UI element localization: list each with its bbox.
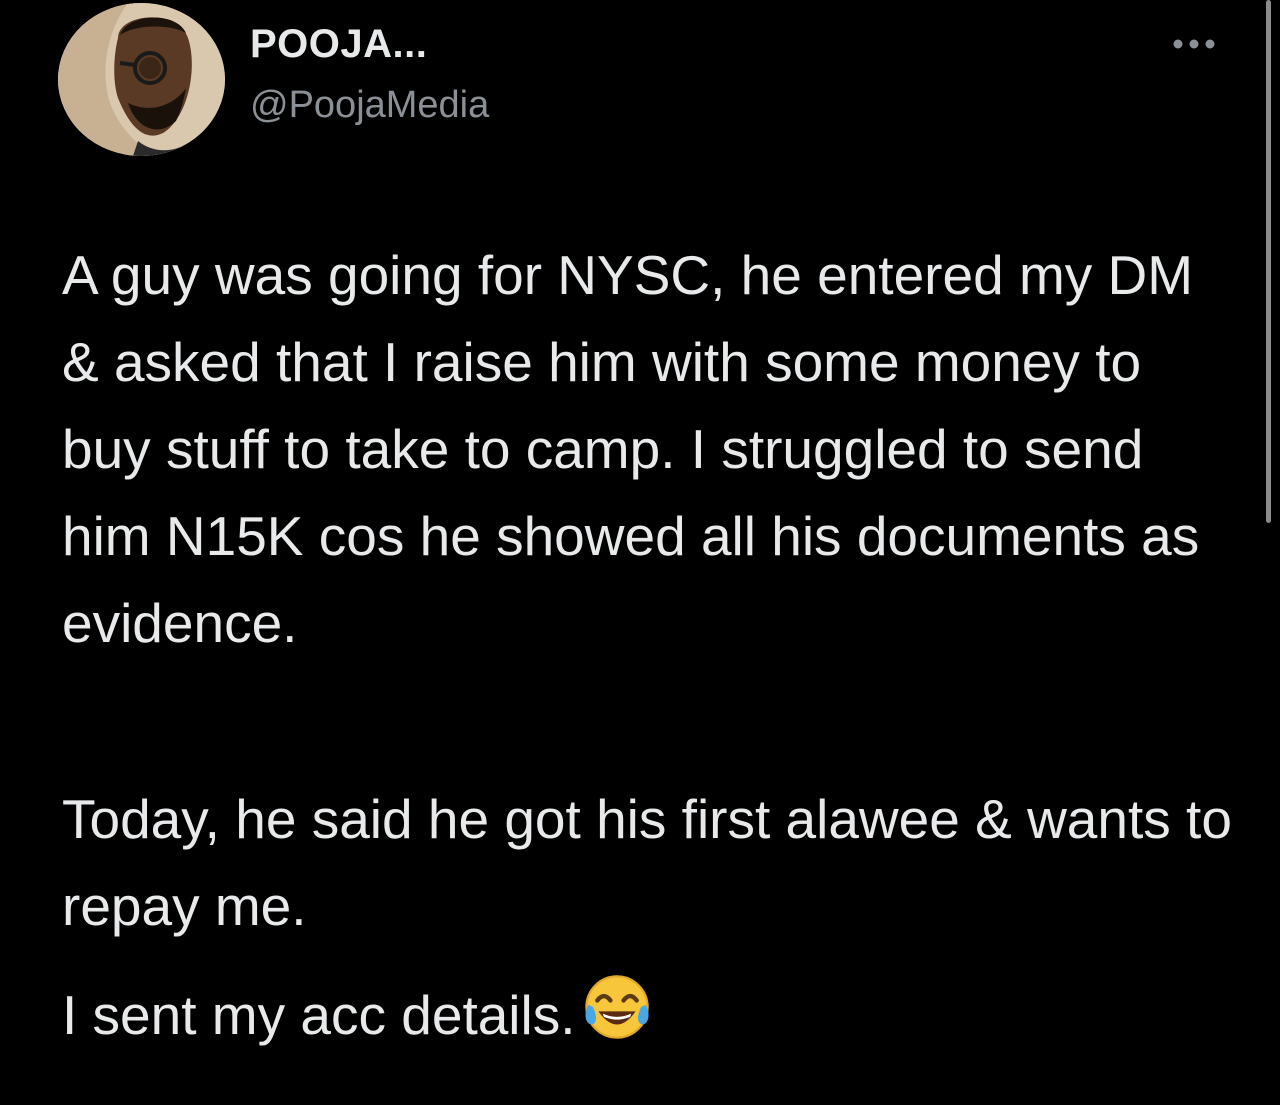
avatar-photo xyxy=(58,3,225,156)
tweet-paragraph-last: I sent my acc details. xyxy=(62,972,1242,1059)
tweet-text: A guy was going for NYSC, he entered my … xyxy=(62,232,1242,1059)
more-horizontal-icon[interactable] xyxy=(1164,22,1224,66)
face-with-tears-of-joy-emoji xyxy=(582,972,652,1042)
user-handle[interactable]: @PoojaMedia xyxy=(250,84,489,127)
avatar[interactable] xyxy=(58,3,225,156)
tweet-card: POOJA... @PoojaMedia A guy was going for… xyxy=(0,0,1280,1105)
tweet-paragraph-text: I sent my acc details. xyxy=(62,984,576,1046)
tweet-paragraph: Today, he said he got his first alawee &… xyxy=(62,788,1232,937)
tweet-paragraph: A guy was going for NYSC, he entered my … xyxy=(62,244,1200,654)
scrollbar[interactable] xyxy=(1266,0,1271,523)
display-name[interactable]: POOJA... xyxy=(250,22,427,67)
